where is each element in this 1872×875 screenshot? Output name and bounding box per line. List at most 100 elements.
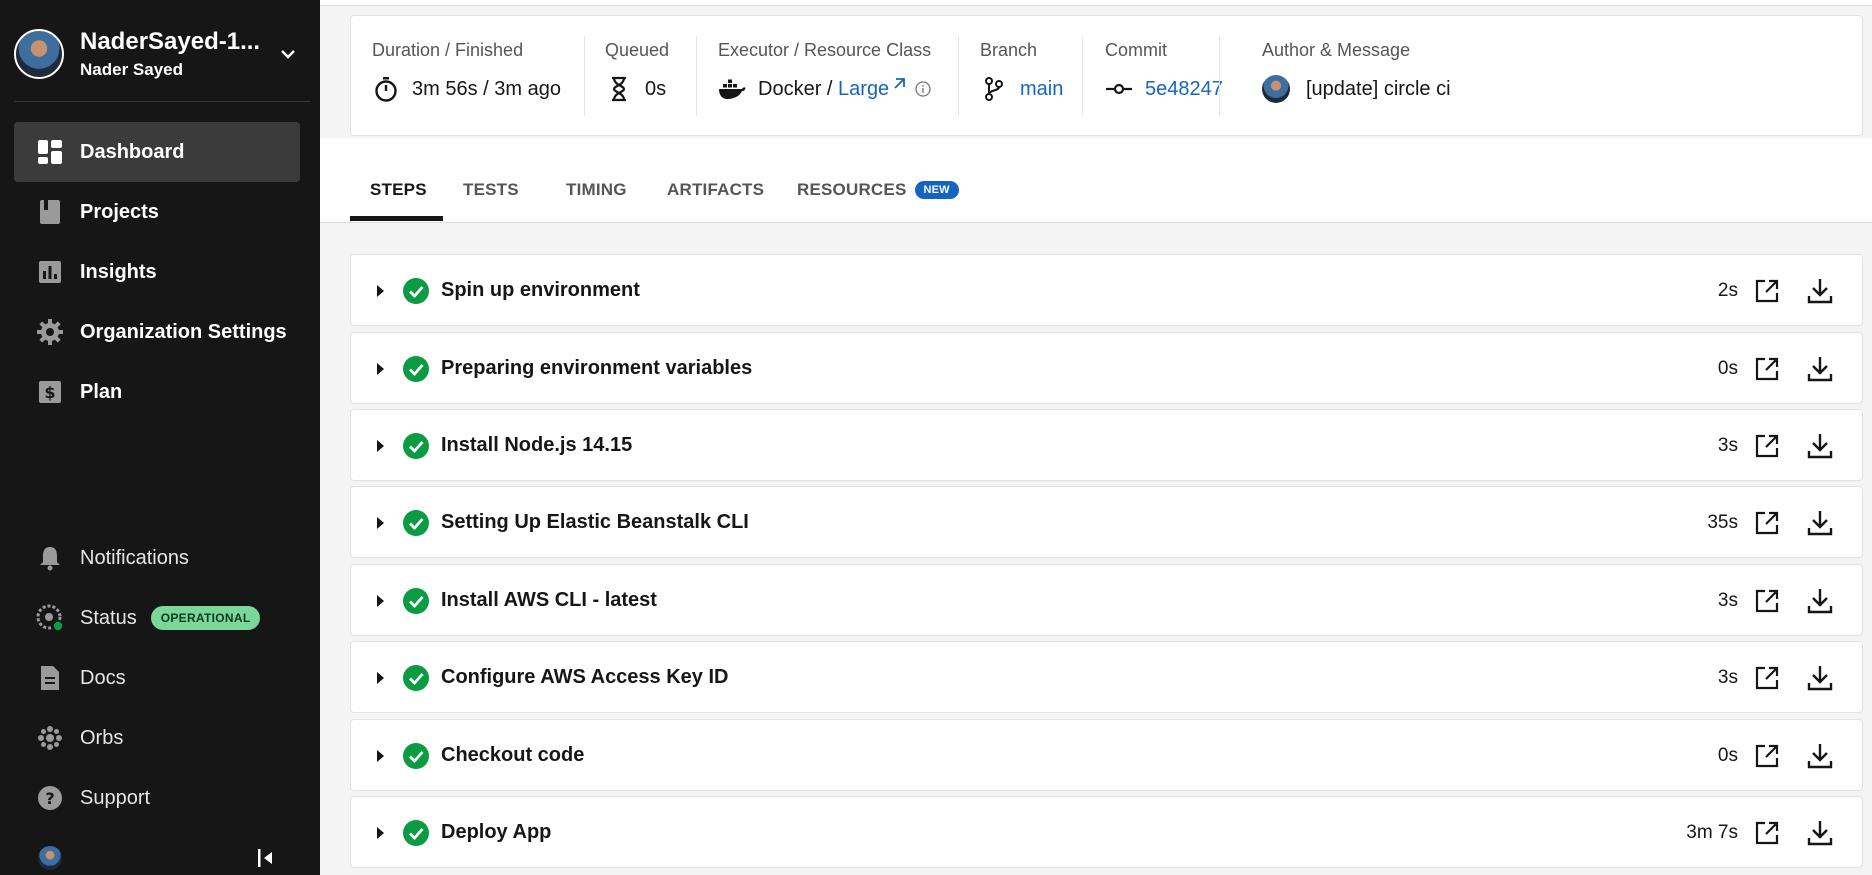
download-icon[interactable] xyxy=(1806,819,1834,847)
sidebar-item-label: Organization Settings xyxy=(80,320,287,343)
success-check-icon xyxy=(403,665,429,691)
document-icon xyxy=(36,664,64,692)
download-icon[interactable] xyxy=(1806,587,1834,615)
sidebar-item-label: Support xyxy=(80,786,151,809)
sidebar-item-insights[interactable]: Insights xyxy=(14,242,300,302)
tab-artifacts[interactable]: ARTIFACTS xyxy=(667,180,764,200)
step-row[interactable]: Checkout code 0s xyxy=(350,719,1863,791)
step-name: Configure AWS Access Key ID xyxy=(441,666,729,688)
sidebar-item-support[interactable]: ? Support xyxy=(14,768,300,828)
commit-meta: Commit 5e48247 xyxy=(1105,16,1223,137)
sidebar-item-orbs[interactable]: Orbs xyxy=(14,708,300,768)
external-link-icon[interactable] xyxy=(892,77,906,91)
open-in-new-icon[interactable] xyxy=(1754,820,1780,846)
branch-link[interactable]: main xyxy=(1020,78,1063,101)
open-in-new-icon[interactable] xyxy=(1754,588,1780,614)
resource-class-link[interactable]: Large xyxy=(838,78,889,101)
tab-tests[interactable]: TESTS xyxy=(463,180,519,200)
step-name: Deploy App xyxy=(441,821,552,843)
queued-label: Queued xyxy=(605,40,670,60)
sidebar-item-projects[interactable]: Projects xyxy=(14,182,300,242)
caret-right-icon[interactable] xyxy=(377,672,384,684)
org-name: NaderSayed-1... xyxy=(80,28,261,55)
commit-link[interactable]: 5e48247 xyxy=(1145,78,1223,101)
sidebar-item-notifications[interactable]: Notifications xyxy=(14,528,300,588)
sidebar-item-docs[interactable]: Docs xyxy=(14,648,300,708)
open-in-new-icon[interactable] xyxy=(1754,743,1780,769)
executor-label: Executor / Resource Class xyxy=(718,40,932,60)
info-icon[interactable] xyxy=(914,80,932,98)
org-avatar xyxy=(14,29,64,79)
job-summary: Duration / Finished 3m 56s / 3m ago Queu… xyxy=(350,15,1863,136)
active-tab-indicator xyxy=(350,216,443,221)
caret-right-icon[interactable] xyxy=(377,827,384,839)
sidebar-item-status[interactable]: Status OPERATIONAL xyxy=(14,588,300,648)
step-row[interactable]: Deploy App 3m 7s xyxy=(350,796,1863,868)
caret-right-icon[interactable] xyxy=(377,440,384,452)
download-icon[interactable] xyxy=(1806,664,1834,692)
step-name: Spin up environment xyxy=(441,279,640,301)
stopwatch-icon xyxy=(372,75,400,103)
success-check-icon xyxy=(403,356,429,382)
success-check-icon xyxy=(403,820,429,846)
step-row[interactable]: Install AWS CLI - latest 3s xyxy=(350,564,1863,636)
step-row[interactable]: Configure AWS Access Key ID 3s xyxy=(350,641,1863,713)
collapse-sidebar-icon[interactable] xyxy=(255,847,277,869)
gear-icon xyxy=(36,318,64,346)
executor-value: Docker / xyxy=(758,77,839,100)
divider xyxy=(696,36,697,116)
step-duration: 0s xyxy=(1717,745,1738,766)
caret-right-icon[interactable] xyxy=(377,595,384,607)
download-icon[interactable] xyxy=(1806,742,1834,770)
docker-icon xyxy=(718,75,746,103)
caret-right-icon[interactable] xyxy=(377,285,384,297)
sidebar-item-plan[interactable]: $ Plan xyxy=(14,362,300,422)
success-check-icon xyxy=(403,588,429,614)
sidebar-item-label: Dashboard xyxy=(80,140,185,163)
commit-label: Commit xyxy=(1105,40,1167,60)
caret-right-icon[interactable] xyxy=(377,363,384,375)
open-in-new-icon[interactable] xyxy=(1754,510,1780,536)
caret-right-icon[interactable] xyxy=(377,517,384,529)
step-duration: 3s xyxy=(1717,435,1738,456)
sidebar-item-label: Insights xyxy=(80,260,157,283)
open-in-new-icon[interactable] xyxy=(1754,356,1780,382)
sidebar: NaderSayed-1... Nader Sayed Dashboard Pr… xyxy=(0,0,320,875)
top-bar xyxy=(320,0,1872,6)
step-duration: 0s xyxy=(1717,358,1738,379)
sidebar-item-label: Plan xyxy=(80,380,123,403)
tab-resources[interactable]: RESOURCES NEW xyxy=(797,180,959,200)
main-content: Duration / Finished 3m 56s / 3m ago Queu… xyxy=(320,0,1872,875)
sidebar-item-organization-settings[interactable]: Organization Settings xyxy=(14,302,300,362)
download-icon[interactable] xyxy=(1806,355,1834,383)
open-in-new-icon[interactable] xyxy=(1754,433,1780,459)
download-icon[interactable] xyxy=(1806,432,1834,460)
sidebar-item-dashboard[interactable]: Dashboard xyxy=(14,122,300,182)
step-name: Preparing environment variables xyxy=(441,357,753,379)
download-icon[interactable] xyxy=(1806,509,1834,537)
open-in-new-icon[interactable] xyxy=(1754,665,1780,691)
duration-value: 3m 56s / 3m ago xyxy=(412,77,561,100)
divider xyxy=(958,36,959,116)
divider xyxy=(584,36,585,116)
open-in-new-icon[interactable] xyxy=(1754,278,1780,304)
sidebar-divider xyxy=(14,101,310,102)
step-row[interactable]: Install Node.js 14.15 3s xyxy=(350,409,1863,481)
branch-label: Branch xyxy=(980,40,1038,60)
step-row[interactable]: Setting Up Elastic Beanstalk CLI 35s xyxy=(350,486,1863,558)
step-name: Install Node.js 14.15 xyxy=(441,434,633,456)
chevron-down-icon[interactable] xyxy=(278,44,298,64)
sidebar-item-label: Orbs xyxy=(80,726,124,749)
step-row[interactable]: Preparing environment variables 0s xyxy=(350,332,1863,404)
download-icon[interactable] xyxy=(1806,277,1834,305)
tab-timing[interactable]: TIMING xyxy=(566,180,627,200)
user-name: Nader Sayed xyxy=(80,60,183,79)
step-row[interactable]: Spin up environment 2s xyxy=(350,254,1863,326)
branch-meta: Branch main xyxy=(980,16,1063,137)
step-name: Setting Up Elastic Beanstalk CLI xyxy=(441,511,749,533)
org-switcher[interactable]: NaderSayed-1... Nader Sayed xyxy=(14,28,310,80)
author-label: Author & Message xyxy=(1262,40,1411,60)
caret-right-icon[interactable] xyxy=(377,750,384,762)
avatar[interactable] xyxy=(38,846,62,870)
tab-steps[interactable]: STEPS xyxy=(370,180,427,200)
